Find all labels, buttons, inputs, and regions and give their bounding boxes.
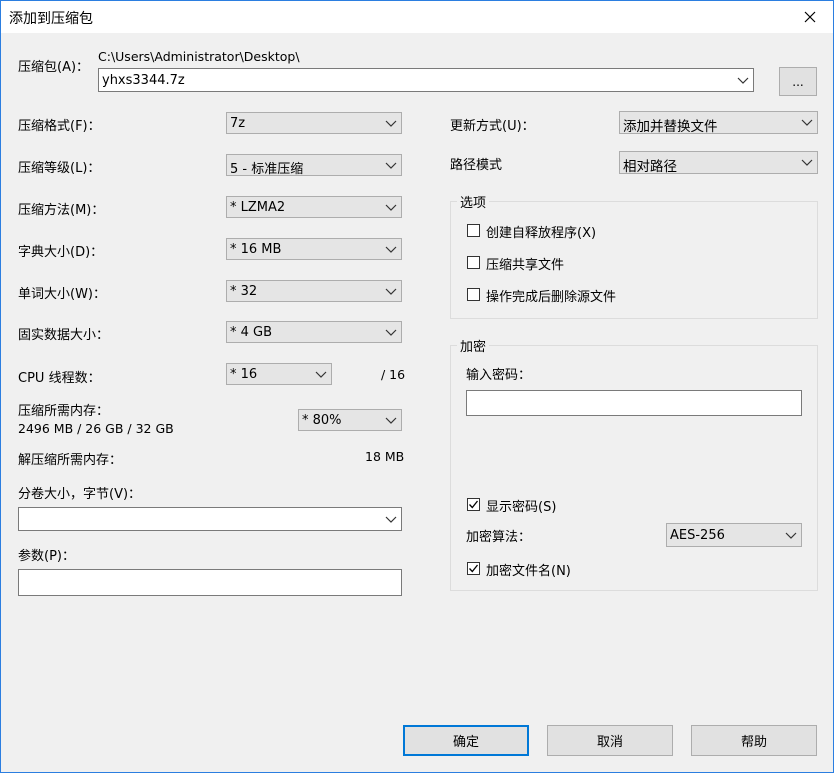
method-combo[interactable]: * LZMA2 bbox=[226, 196, 402, 218]
params-input[interactable] bbox=[18, 569, 402, 596]
chevron-down-icon bbox=[385, 246, 397, 253]
encrypt-names-checkbox[interactable] bbox=[467, 562, 480, 575]
archive-name-combo[interactable]: yhxs3344.7z bbox=[98, 68, 754, 92]
update-value: 添加并替换文件 bbox=[623, 119, 718, 135]
chevron-down-icon bbox=[385, 417, 397, 424]
solid-value: * 4 GB bbox=[230, 325, 273, 340]
password-input[interactable] bbox=[466, 390, 802, 416]
cpu-total: / 16 bbox=[381, 367, 406, 382]
dict-label: 字典大小(D)： bbox=[18, 245, 104, 260]
level-combo[interactable]: 5 - 标准压缩 bbox=[226, 154, 402, 177]
chevron-down-icon bbox=[385, 162, 397, 169]
window-title: 添加到压缩包 bbox=[9, 11, 93, 27]
update-combo[interactable]: 添加并替换文件 bbox=[619, 111, 818, 135]
cpu-label: CPU 线程数： bbox=[18, 371, 101, 386]
help-button[interactable]: 帮助 bbox=[691, 725, 817, 756]
mem-comp-value: 2496 MB / 26 GB / 32 GB bbox=[18, 421, 174, 436]
show-password-label: 显示密码(S) bbox=[486, 500, 557, 515]
method-value: * LZMA2 bbox=[230, 200, 286, 215]
checkmark-icon bbox=[469, 500, 479, 509]
cancel-button[interactable]: 取消 bbox=[547, 725, 673, 756]
level-value: 5 - 标准压缩 bbox=[230, 162, 304, 177]
chevron-down-icon bbox=[315, 371, 327, 378]
volume-combo[interactable] bbox=[18, 507, 402, 531]
algo-label: 加密算法： bbox=[466, 530, 532, 545]
browse-button[interactable]: ... bbox=[779, 67, 817, 96]
cpu-value: * 16 bbox=[230, 367, 258, 382]
format-label: 压缩格式(F)： bbox=[18, 119, 101, 134]
options-title: 选项 bbox=[457, 192, 490, 211]
archive-path: C:\Users\Administrator\Desktop\ bbox=[98, 49, 300, 64]
level-label: 压缩等级(L)： bbox=[18, 161, 101, 176]
chevron-down-icon bbox=[385, 516, 397, 523]
format-combo[interactable]: 7z bbox=[226, 112, 402, 134]
chevron-down-icon bbox=[385, 120, 397, 127]
encrypt-names-label: 加密文件名(N) bbox=[486, 564, 571, 579]
mem-comp-label: 压缩所需内存： bbox=[18, 404, 110, 419]
chevron-down-icon bbox=[785, 532, 797, 539]
mem-decomp-label: 解压缩所需内存： bbox=[18, 453, 123, 468]
mem-percent-combo[interactable]: * 80% bbox=[298, 409, 402, 431]
add-to-archive-dialog: 添加到压缩包 压缩包(A)： C:\Users\Administrator\De… bbox=[0, 0, 834, 773]
chevron-down-icon bbox=[737, 77, 749, 84]
encryption-title: 加密 bbox=[457, 336, 490, 355]
solid-label: 固实数据大小： bbox=[18, 328, 110, 343]
method-label: 压缩方法(M)： bbox=[18, 203, 105, 218]
close-icon bbox=[804, 11, 816, 23]
chevron-down-icon bbox=[385, 288, 397, 295]
dict-combo[interactable]: * 16 MB bbox=[226, 238, 402, 260]
params-label: 参数(P)： bbox=[18, 549, 75, 564]
title-bar: 添加到压缩包 bbox=[1, 1, 833, 33]
mem-percent-value: * 80% bbox=[302, 413, 342, 428]
sfx-checkbox[interactable] bbox=[467, 224, 480, 237]
show-password-checkbox[interactable] bbox=[467, 498, 480, 511]
path-mode-combo[interactable]: 相对路径 bbox=[619, 151, 818, 175]
archive-name-value: yhxs3344.7z bbox=[102, 73, 185, 88]
chevron-down-icon bbox=[385, 329, 397, 336]
path-mode-label: 路径模式 bbox=[450, 158, 503, 173]
delete-label: 操作完成后删除源文件 bbox=[486, 290, 617, 305]
word-value: * 32 bbox=[230, 284, 258, 299]
archive-label: 压缩包(A)： bbox=[18, 60, 90, 75]
close-button[interactable] bbox=[787, 1, 833, 33]
delete-checkbox[interactable] bbox=[467, 288, 480, 301]
password-label: 输入密码： bbox=[466, 368, 532, 383]
shared-label: 压缩共享文件 bbox=[486, 258, 565, 273]
volume-label: 分卷大小，字节(V)： bbox=[18, 487, 142, 502]
checkmark-icon bbox=[469, 564, 479, 573]
algo-combo[interactable]: AES-256 bbox=[666, 523, 802, 547]
cpu-combo[interactable]: * 16 bbox=[226, 363, 332, 385]
ok-button[interactable]: 确定 bbox=[403, 725, 529, 756]
solid-combo[interactable]: * 4 GB bbox=[226, 321, 402, 343]
chevron-down-icon bbox=[385, 204, 397, 211]
word-label: 单词大小(W)： bbox=[18, 287, 106, 302]
chevron-down-icon bbox=[801, 159, 813, 166]
path-mode-value: 相对路径 bbox=[623, 159, 677, 175]
word-combo[interactable]: * 32 bbox=[226, 280, 402, 302]
update-label: 更新方式(U)： bbox=[450, 119, 535, 134]
mem-decomp-value: 18 MB bbox=[365, 449, 405, 464]
sfx-label: 创建自释放程序(X) bbox=[486, 226, 597, 241]
dict-value: * 16 MB bbox=[230, 242, 282, 257]
format-value: 7z bbox=[230, 116, 246, 131]
shared-checkbox[interactable] bbox=[467, 256, 480, 269]
algo-value: AES-256 bbox=[670, 528, 725, 543]
chevron-down-icon bbox=[801, 119, 813, 126]
